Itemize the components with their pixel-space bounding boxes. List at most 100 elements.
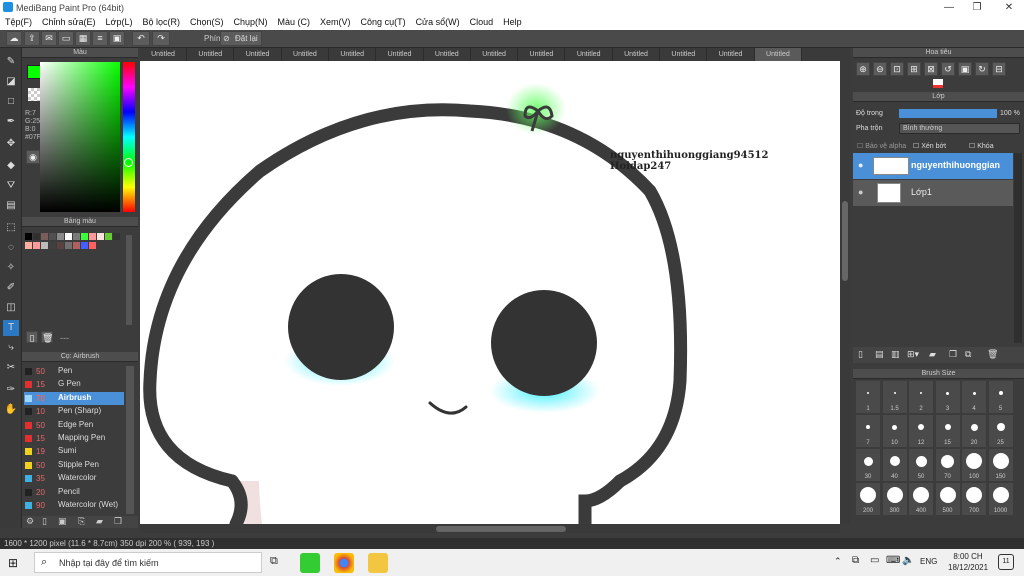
brush-size-cell[interactable]: 3 [935,381,960,413]
color-swatch[interactable] [65,233,72,240]
blend-select[interactable]: Bình thường [899,123,1020,134]
language-indicator[interactable]: ENG [920,557,937,566]
close-button[interactable]: ✕ [994,0,1024,15]
horizontal-scroll-thumb[interactable] [436,526,566,532]
color-swatch[interactable] [57,233,64,240]
menu-help[interactable]: Help [498,15,527,30]
brush-size-cell[interactable]: 25 [988,415,1013,447]
color-swatch[interactable] [105,233,112,240]
menu-window[interactable]: Cửa sổ(W) [411,15,465,30]
operation-tool-icon[interactable]: ⤷ [3,340,19,356]
brush-size-cell[interactable]: 20 [962,415,986,447]
hue-handle[interactable] [124,158,133,167]
new-8bit-layer-icon[interactable]: ▥ [891,349,900,360]
menu-tools[interactable]: Công cụ(T) [356,15,411,30]
network-icon[interactable]: ⌨ [886,555,900,566]
color-swatch[interactable] [49,242,56,249]
divide-tool-icon[interactable]: ✂ [3,360,19,376]
layer-scrollbar[interactable] [1014,153,1022,343]
color-swatch[interactable] [89,242,96,249]
document-tab[interactable]: Untitled [660,48,708,61]
tray-expand-icon[interactable]: ⌃ [834,556,842,567]
document-tab[interactable]: Untitled [754,48,802,61]
redo-icon[interactable]: ↷ [152,31,170,46]
canvas[interactable]: nguyenthihuonggiang94512 Hoidap247 [140,61,840,524]
opacity-slider[interactable] [899,109,997,118]
layer-row[interactable]: ● Lớp1 [853,180,1013,206]
move-tool-icon[interactable]: ✥ [3,136,19,152]
brush-item[interactable]: 50 Stipple Pen [24,459,124,472]
delete-layer-icon[interactable]: 🗑 [987,349,998,360]
brush-size-cell[interactable]: 40 [882,449,907,481]
volume-icon[interactable]: 🔈 [902,555,914,566]
grid-icon[interactable]: ▦ [75,31,91,46]
color-swatch[interactable] [41,242,48,249]
battery-icon[interactable]: ▭ [870,555,879,566]
brush-size-cell[interactable]: 5 [988,381,1013,413]
bucket-tool-icon[interactable]: ⛛ [3,178,19,194]
gradient-tool-icon[interactable]: ▤ [3,198,19,214]
color-swatch[interactable] [33,242,40,249]
document-tab[interactable]: Untitled [329,48,377,61]
color-swatch[interactable] [73,233,80,240]
document-tab[interactable]: Untitled [140,48,187,61]
color-swatch[interactable] [97,233,104,240]
document-tab[interactable]: Untitled [471,48,519,61]
brush-item[interactable]: 70 Airbrush [24,391,124,405]
brush-size-cell[interactable]: 400 [909,483,933,515]
document-tab[interactable]: Untitled [518,48,566,61]
fit-icon[interactable]: ⊡ [890,62,904,76]
brush-size-cell[interactable]: 1.5 [882,381,907,413]
brush-item[interactable]: 90 Watercolor (Wet) [24,499,124,512]
menu-view[interactable]: Xem(V) [315,15,356,30]
menu-snap[interactable]: Chụp(N) [229,15,273,30]
brush-size-cell[interactable]: 15 [935,415,960,447]
brush-size-cell[interactable]: 4 [962,381,986,413]
foreground-color-swatch[interactable] [27,65,41,79]
menu-cloud[interactable]: Cloud [465,15,499,30]
eyedropper-tool-icon[interactable]: ✑ [3,382,19,398]
folder-icon[interactable]: ▰ [929,349,936,360]
vertical-scroll-thumb[interactable] [842,201,848,281]
list-icon[interactable]: ≡ [92,31,108,46]
document-tab[interactable]: Untitled [187,48,235,61]
magic-wand-tool-icon[interactable]: ✧ [3,260,19,276]
share-icon[interactable]: ⇪ [24,31,40,46]
fill-tool-icon[interactable]: ◆ [3,158,19,174]
document-tab[interactable]: Untitled [613,48,660,61]
menu-edit[interactable]: Chỉnh sửa(E) [37,15,101,30]
color-swatch[interactable] [81,242,88,249]
select-eraser-tool-icon[interactable]: ◫ [3,300,19,316]
task-view-icon[interactable]: ⧉ [270,555,278,568]
brush-item[interactable]: 35 Watercolor [24,472,124,485]
menu-filter[interactable]: Bộ lọc(R) [137,15,185,30]
brush-size-cell[interactable]: 300 [882,483,907,515]
zoom-out-icon[interactable]: ⊖ [873,62,887,76]
notification-button[interactable]: 11 [998,554,1014,570]
new-palette-icon[interactable]: ▯ [26,331,38,343]
select-tool-icon[interactable]: ⬚ [3,220,19,236]
new-brush-icon[interactable]: ▯ [42,516,47,527]
brush-add-icon[interactable]: ▣ [58,516,67,527]
lock-view-icon[interactable]: ⊟ [992,62,1006,76]
brush-item[interactable]: 10 Pen (Sharp) [24,405,124,418]
reset-button[interactable]: ⊘ Đặt lại [220,31,262,46]
brush-folder-icon[interactable]: ▰ [96,516,103,527]
lock-checkbox[interactable]: ☐ Khóa [969,142,994,150]
color-swatch[interactable] [49,233,56,240]
brush-size-cell[interactable]: 50 [909,449,933,481]
add-layer-menu-icon[interactable]: ⊞▾ [907,349,919,360]
menu-layer[interactable]: Lớp(L) [101,15,138,30]
brush-size-cell[interactable]: 30 [856,449,880,481]
brush-item[interactable]: 19 Sumi [24,445,124,458]
tray-app-icon[interactable]: ⧉ [852,555,859,566]
brush-tool-icon[interactable]: ✎ [3,54,19,70]
search-box[interactable]: ⌕ Nhập tại đây để tìm kiếm [34,552,262,573]
color-swatch[interactable] [113,233,120,240]
brush-scrollbar[interactable] [126,366,134,514]
navigator-thumbnail[interactable] [933,79,943,88]
chrome-icon[interactable] [334,553,354,573]
brush-item[interactable]: 15 Mapping Pen [24,432,124,445]
document-tab[interactable]: Untitled [235,48,282,61]
brush-item[interactable]: 20 Pencil [24,486,124,499]
